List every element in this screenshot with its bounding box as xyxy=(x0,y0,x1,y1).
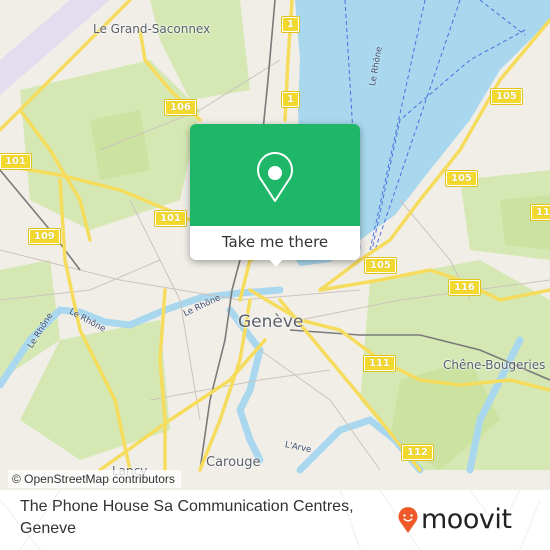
moovit-pin-logo-icon xyxy=(398,507,418,533)
route-shield-112: 112 xyxy=(401,444,434,461)
route-shield-105: 105 xyxy=(490,88,523,105)
route-shield-101: 101 xyxy=(0,153,32,170)
moovit-logo[interactable]: moovit xyxy=(398,504,512,535)
map-view[interactable]: Le Grand-Saconnex Genève Chêne-Bougeries… xyxy=(0,0,550,490)
route-shield-116: 116 xyxy=(530,204,550,221)
route-shield-109: 109 xyxy=(28,228,61,245)
popup-header xyxy=(190,124,360,226)
route-shield-1: 1 xyxy=(281,91,300,108)
place-label-chene-bougeries: Chêne-Bougeries xyxy=(443,358,546,372)
route-shield-111: 111 xyxy=(363,355,396,372)
route-shield-1: 1 xyxy=(281,16,300,33)
route-shield-105: 105 xyxy=(364,257,397,274)
map-pin-icon xyxy=(257,152,293,202)
popup-pointer xyxy=(268,258,284,267)
place-name: The Phone House Sa Communication Centres… xyxy=(20,498,354,537)
place-label-geneve: Genève xyxy=(238,312,304,332)
place-label-carouge: Carouge xyxy=(206,455,261,470)
route-shield-101: 101 xyxy=(154,210,187,227)
map-attribution[interactable]: © OpenStreetMap contributors xyxy=(8,470,181,488)
take-me-there-button[interactable]: Take me there xyxy=(190,226,360,260)
route-shield-116: 116 xyxy=(448,279,481,296)
location-popup: Take me there xyxy=(190,124,360,267)
route-shield-106: 106 xyxy=(164,99,197,116)
moovit-wordmark: moovit xyxy=(421,504,512,535)
place-label-grand-saconnex: Le Grand-Saconnex xyxy=(93,22,211,36)
route-shield-105: 105 xyxy=(445,170,478,187)
